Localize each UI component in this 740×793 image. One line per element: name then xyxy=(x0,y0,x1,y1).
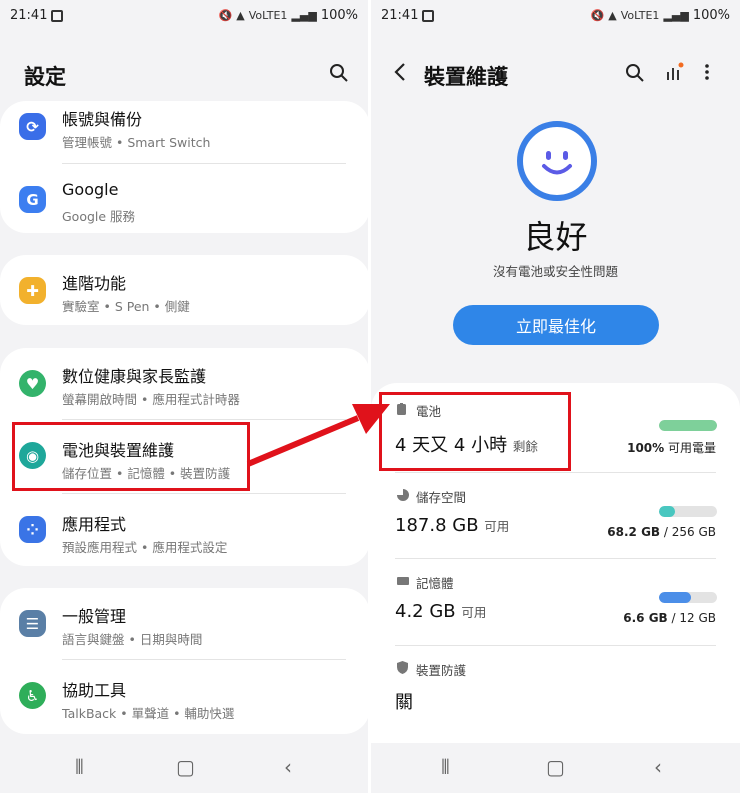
device-care-screen: 21:41 🔇 ▲ VoLTE1 ▂▄▆ 100% 裝置維護 良好 沒有電池或安… xyxy=(371,0,740,793)
puzzle-icon: ✚ xyxy=(19,277,46,304)
protection-row[interactable]: 裝置防護 關 xyxy=(371,646,740,732)
wellbeing-icon: ♥ xyxy=(19,370,46,397)
memory-bar xyxy=(659,592,717,603)
notification-icon xyxy=(422,10,434,22)
status-bar: 21:41 🔇 ▲ VoLTE1 ▂▄▆ 100% xyxy=(371,8,740,28)
status-face-icon xyxy=(517,121,597,201)
storage-icon xyxy=(397,489,409,501)
home-icon[interactable]: ▢ xyxy=(546,755,565,779)
wifi-icon: ▲ xyxy=(236,9,245,22)
signal-icon: ▂▄▆ xyxy=(291,9,317,22)
search-icon[interactable] xyxy=(625,63,645,83)
search-icon[interactable] xyxy=(329,63,349,83)
signal-icon: ▂▄▆ xyxy=(663,9,689,22)
item-subtitle: TalkBack • 單聲道 • 輔助快選 xyxy=(62,706,235,721)
battery-percent: 100% xyxy=(692,8,730,23)
back-arrow-icon[interactable] xyxy=(393,62,407,82)
settings-item-advanced[interactable]: ✚ 進階功能 實驗室 • S Pen • 側鍵 xyxy=(0,265,368,337)
status-time: 21:41 xyxy=(10,8,48,23)
memory-icon xyxy=(397,577,409,585)
wifi-icon: ▲ xyxy=(608,9,617,22)
page-title: 裝置維護 xyxy=(424,65,508,89)
item-subtitle: 螢幕開啟時間 • 應用程式計時器 xyxy=(62,392,240,407)
settings-item-apps[interactable]: ⁘ 應用程式 預設應用程式 • 應用程式設定 xyxy=(0,506,368,578)
volte-label: VoLTE1 xyxy=(620,9,660,22)
storage-bar-text: 68.2 GB / 256 GB xyxy=(607,525,716,539)
item-subtitle: Google 服務 xyxy=(62,209,136,224)
sliders-icon: ☰ xyxy=(19,610,46,637)
more-options-icon[interactable] xyxy=(703,62,711,82)
back-icon[interactable]: ‹ xyxy=(654,755,662,779)
item-subtitle: 管理帳號 • Smart Switch xyxy=(62,135,211,150)
item-title: 數位健康與家長監護 xyxy=(62,367,207,386)
nav-bar: ⦀ ▢ ‹ xyxy=(0,743,368,793)
home-icon[interactable]: ▢ xyxy=(176,755,195,779)
account-card: ⟳ 帳號與備份 管理帳號 • Smart Switch G Google Goo… xyxy=(0,101,368,233)
page-title: 設定 xyxy=(24,65,66,89)
item-title: 帳號與備份 xyxy=(62,110,143,129)
nav-bar: ⦀ ▢ ‹ xyxy=(371,743,740,793)
mute-icon: 🔇 xyxy=(590,9,605,22)
status-bar: 21:41 🔇 ▲ VoLTE1 ▂▄▆ 100% xyxy=(0,8,368,28)
advanced-card: ✚ 進階功能 實驗室 • S Pen • 側鍵 xyxy=(0,255,368,325)
battery-bar xyxy=(659,420,717,431)
item-title: 一般管理 xyxy=(62,607,127,626)
storage-row[interactable]: 儲存空間 187.8 GB 可用 68.2 GB / 256 GB xyxy=(371,473,740,559)
apps-icon: ⁘ xyxy=(19,516,46,543)
shield-icon xyxy=(397,661,408,674)
battery-bar-text: 100% 可用電量 xyxy=(627,441,716,455)
row-label: 儲存空間 xyxy=(416,490,467,505)
item-title: 進階功能 xyxy=(62,274,127,293)
row-label: 裝置防護 xyxy=(416,663,467,678)
status-heading: 良好 xyxy=(523,218,588,256)
storage-bar xyxy=(659,506,717,517)
item-title: 協助工具 xyxy=(62,681,127,700)
google-icon: G xyxy=(19,186,46,213)
status-time: 21:41 xyxy=(381,8,419,23)
item-title: Google xyxy=(62,180,119,199)
general-card: ☰ 一般管理 語言與鍵盤 • 日期與時間 ♿ 協助工具 TalkBack • 單… xyxy=(0,588,368,734)
recents-icon[interactable]: ⦀ xyxy=(75,755,84,779)
settings-item-accessibility[interactable]: ♿ 協助工具 TalkBack • 單聲道 • 輔助快選 xyxy=(0,672,368,744)
optimize-button[interactable]: 立即最佳化 xyxy=(453,305,659,345)
item-title: 應用程式 xyxy=(62,515,127,534)
status-subtitle: 沒有電池或安全性問題 xyxy=(492,264,618,279)
accessibility-icon: ♿ xyxy=(19,682,46,709)
notification-icon xyxy=(51,10,63,22)
volte-label: VoLTE1 xyxy=(248,9,288,22)
performance-icon[interactable] xyxy=(665,62,685,82)
memory-bar-text: 6.6 GB / 12 GB xyxy=(623,611,716,625)
sync-icon: ⟳ xyxy=(19,113,46,140)
row-value: 關 xyxy=(395,692,413,713)
item-subtitle: 語言與鍵盤 • 日期與時間 xyxy=(62,632,203,647)
row-value: 187.8 GB 可用 xyxy=(395,515,510,536)
pointer-arrow xyxy=(246,404,390,467)
row-label: 記憶體 xyxy=(416,576,454,591)
highlight-box xyxy=(12,422,250,491)
item-subtitle: 預設應用程式 • 應用程式設定 xyxy=(62,540,228,555)
row-value: 4.2 GB 可用 xyxy=(395,601,487,622)
memory-row[interactable]: 記憶體 4.2 GB 可用 6.6 GB / 12 GB xyxy=(371,559,740,645)
highlight-box xyxy=(379,392,571,471)
mute-icon: 🔇 xyxy=(218,9,233,22)
settings-item-google[interactable]: G Google Google 服務 xyxy=(0,176,368,248)
back-icon[interactable]: ‹ xyxy=(284,755,292,779)
item-subtitle: 實驗室 • S Pen • 側鍵 xyxy=(62,299,190,314)
battery-percent: 100% xyxy=(320,8,358,23)
recents-icon[interactable]: ⦀ xyxy=(441,755,450,779)
